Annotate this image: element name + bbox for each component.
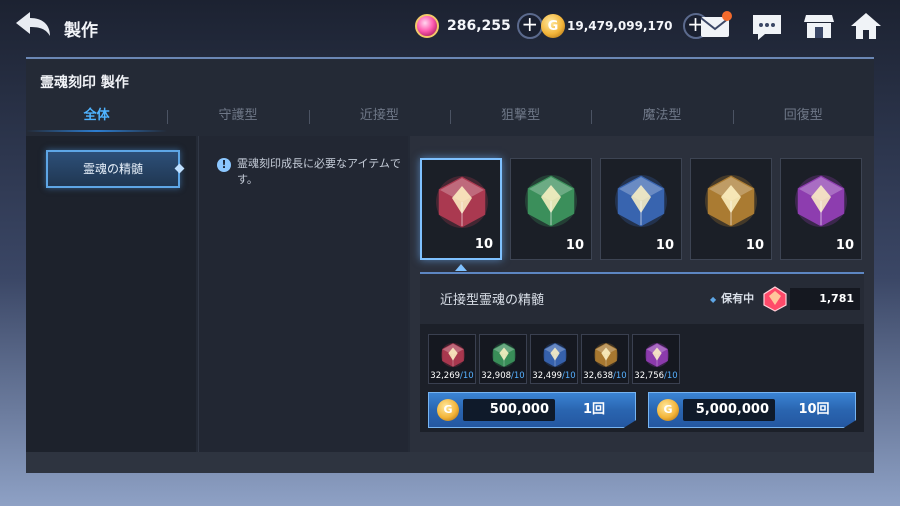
back-arrow-icon[interactable] bbox=[14, 10, 54, 44]
crystal-item-slot[interactable]: 10 bbox=[510, 158, 592, 260]
material-slot: 32,499/10 bbox=[530, 334, 578, 384]
gem-amount: 286,255 bbox=[447, 18, 511, 34]
chat-icon[interactable] bbox=[749, 10, 785, 42]
mail-badge bbox=[722, 11, 732, 21]
material-count: 32,756/10 bbox=[634, 371, 678, 381]
held-crystal-icon bbox=[762, 285, 788, 317]
material-count: 32,638/10 bbox=[583, 371, 627, 381]
category-label: 霊魂の精髄 bbox=[82, 162, 143, 176]
material-slot: 32,269/10 bbox=[428, 334, 476, 384]
detail-header: 近接型霊魂の精髄 保有中 1,781 bbox=[420, 274, 864, 324]
craft-quantity-label: 10回 bbox=[798, 402, 830, 417]
gold-coin-icon: G bbox=[657, 399, 679, 421]
item-count: 10 bbox=[474, 237, 493, 252]
material-slot: 32,908/10 bbox=[479, 334, 527, 384]
tab-sniper[interactable]: 狙撃型 bbox=[449, 102, 591, 134]
gold-coin-icon: G bbox=[437, 399, 459, 421]
material-count: 32,908/10 bbox=[481, 371, 525, 381]
gem-currency: 286,255 + bbox=[415, 13, 543, 39]
item-count: 10 bbox=[655, 238, 674, 253]
material-slot: 32,638/10 bbox=[581, 334, 629, 384]
crafting-panel: 霊魂刻印 製作 全体 守護型 近接型 狙撃型 魔法型 回復型 霊魂の精髄 ! 霊… bbox=[26, 57, 874, 473]
crystal-item-slot[interactable]: 10 bbox=[600, 158, 682, 260]
mail-icon[interactable] bbox=[698, 10, 734, 42]
craft-ten-button[interactable]: G 5,000,000 10回 bbox=[648, 392, 856, 428]
panel-title: 霊魂刻印 製作 bbox=[40, 75, 129, 91]
tab-all[interactable]: 全体 bbox=[26, 102, 168, 134]
held-label: 保有中 bbox=[710, 290, 754, 306]
home-icon[interactable] bbox=[848, 10, 884, 42]
held-count: 1,781 bbox=[790, 288, 860, 310]
gold-currency: G 19,479,099,170 + bbox=[541, 13, 709, 39]
crystal-item-slot[interactable]: 10 bbox=[690, 158, 772, 260]
gold-coin-icon: G bbox=[541, 14, 565, 38]
crystal-item-slot[interactable]: 10 bbox=[780, 158, 862, 260]
crystal-item-slot[interactable]: 10 bbox=[420, 158, 502, 260]
craft-price: 5,000,000 bbox=[683, 399, 775, 421]
screen-title: 製作 bbox=[64, 21, 98, 41]
item-description: 霊魂刻印成長に必要なアイテムです。 bbox=[237, 157, 401, 186]
item-detail: 近接型霊魂の精髄 保有中 1,781 32,269/10 32,908/10 32,… bbox=[420, 272, 864, 432]
category-list: 霊魂の精髄 bbox=[26, 136, 196, 454]
craft-once-button[interactable]: G 500,000 1回 bbox=[428, 392, 636, 428]
gold-amount: 19,479,099,170 bbox=[567, 19, 673, 33]
top-bar: 製作 286,255 + G 19,479,099,170 + bbox=[0, 0, 900, 54]
detail-item-name: 近接型霊魂の精髄 bbox=[440, 293, 545, 308]
selection-marker bbox=[455, 264, 467, 271]
item-count: 10 bbox=[565, 238, 584, 253]
description-column: ! 霊魂刻印成長に必要なアイテムです。 bbox=[198, 136, 408, 454]
panel-footer bbox=[26, 452, 874, 473]
gem-icon bbox=[415, 14, 439, 38]
add-gems-button[interactable]: + bbox=[516, 13, 543, 39]
craft-price: 500,000 bbox=[463, 399, 555, 421]
shop-icon[interactable] bbox=[801, 10, 837, 42]
category-soul-essence[interactable]: 霊魂の精髄 bbox=[46, 150, 185, 188]
item-count: 10 bbox=[835, 238, 854, 253]
info-icon: ! bbox=[217, 158, 231, 172]
tab-healer[interactable]: 回復型 bbox=[732, 102, 874, 134]
tab-guardian[interactable]: 守護型 bbox=[167, 102, 308, 134]
selected-diamond-icon bbox=[174, 163, 185, 174]
material-count: 32,499/10 bbox=[532, 371, 576, 381]
tab-melee[interactable]: 近接型 bbox=[308, 102, 450, 134]
material-count: 32,269/10 bbox=[430, 371, 474, 381]
tab-magic[interactable]: 魔法型 bbox=[591, 102, 732, 134]
material-slot: 32,756/10 bbox=[632, 334, 680, 384]
crafting-area: 10 10 10 10 10 近接型霊魂の精髄 保有中 1,781 32,269/10 3… bbox=[410, 136, 874, 454]
category-tabs: 全体 守護型 近接型 狙撃型 魔法型 回復型 bbox=[26, 102, 874, 134]
craft-quantity-label: 1回 bbox=[582, 402, 606, 417]
item-count: 10 bbox=[745, 238, 764, 253]
